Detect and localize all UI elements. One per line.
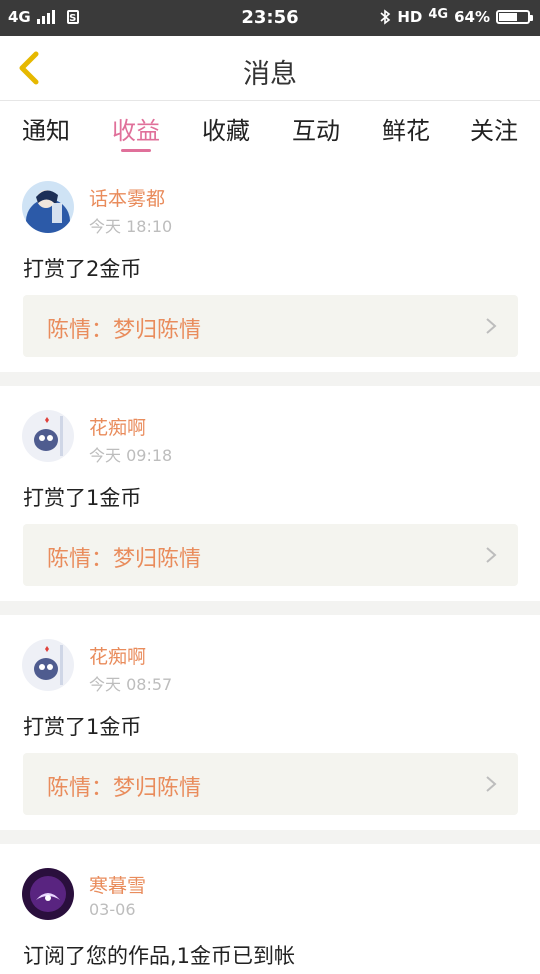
- sender-name[interactable]: 寒暮雪: [89, 871, 146, 898]
- divider: [0, 601, 540, 615]
- tab-interaction[interactable]: 互动: [284, 111, 348, 146]
- divider: [0, 830, 540, 844]
- avatar[interactable]: [22, 868, 74, 920]
- message-time: 今天 08:57: [89, 675, 173, 694]
- sender-name[interactable]: 花痴啊: [89, 642, 146, 669]
- status-right: HD 4G 64%: [379, 6, 533, 26]
- avatar-image: [22, 181, 74, 233]
- message-item: 话本雾都 今天 18:10 打赏了2金币 陈情：梦归陈情: [0, 157, 540, 372]
- avatar[interactable]: [22, 639, 74, 691]
- sender-name[interactable]: 话本雾都: [89, 184, 165, 211]
- message-text: 打赏了1金币: [23, 486, 142, 510]
- hd-label: HD: [397, 8, 423, 26]
- tab-flowers[interactable]: 鲜花: [374, 111, 438, 146]
- tab-bar: 通知 收益 收藏 互动 鲜花 关注: [0, 101, 540, 157]
- chevron-right-icon: [486, 776, 497, 792]
- avatar-image: [22, 639, 74, 691]
- work-link[interactable]: 陈情：梦归陈情: [23, 295, 518, 357]
- tab-follow[interactable]: 关注: [462, 111, 526, 146]
- message-time: 03-06: [89, 900, 136, 919]
- tab-earnings[interactable]: 收益: [104, 111, 168, 146]
- message-text: 打赏了1金币: [23, 715, 142, 739]
- battery-percent: 64%: [454, 8, 490, 26]
- avatar[interactable]: [22, 181, 74, 233]
- divider: [0, 372, 540, 386]
- message-item: 花痴啊 今天 08:57 打赏了1金币 陈情：梦归陈情: [0, 615, 540, 830]
- tab-notice[interactable]: 通知: [14, 111, 78, 146]
- sender-name[interactable]: 花痴啊: [89, 413, 146, 440]
- message-item: 花痴啊 今天 09:18 打赏了1金币 陈情：梦归陈情: [0, 386, 540, 601]
- message-text: 订阅了您的作品,1金币已到帐: [23, 944, 296, 968]
- message-list: 话本雾都 今天 18:10 打赏了2金币 陈情：梦归陈情 花痴啊 今天 09:1…: [0, 157, 540, 974]
- tab-favorites[interactable]: 收藏: [194, 111, 258, 146]
- header: 消息: [0, 36, 540, 101]
- chevron-right-icon: [486, 547, 497, 563]
- network2-label: 4G: [428, 6, 449, 22]
- work-title: 陈情：梦归陈情: [47, 318, 202, 343]
- avatar-image: [22, 410, 74, 462]
- chevron-right-icon: [486, 318, 497, 334]
- work-link[interactable]: 陈情：梦归陈情: [23, 753, 518, 815]
- tab-active-indicator: [121, 149, 151, 152]
- work-title: 陈情：梦归陈情: [47, 776, 202, 801]
- battery-icon: [496, 10, 533, 24]
- work-title: 陈情：梦归陈情: [47, 547, 202, 572]
- status-bar: 4G S 23:56 HD 4G 64%: [0, 0, 540, 36]
- page-title: 消息: [243, 59, 297, 90]
- avatar-image: [22, 868, 74, 920]
- work-link[interactable]: 陈情：梦归陈情: [23, 524, 518, 586]
- message-time: 今天 09:18: [89, 446, 173, 465]
- bluetooth-icon: [380, 9, 391, 25]
- avatar[interactable]: [22, 410, 74, 462]
- message-text: 打赏了2金币: [23, 257, 142, 281]
- message-time: 今天 18:10: [89, 217, 173, 236]
- message-item: 寒暮雪 03-06 订阅了您的作品,1金币已到帐: [0, 844, 540, 974]
